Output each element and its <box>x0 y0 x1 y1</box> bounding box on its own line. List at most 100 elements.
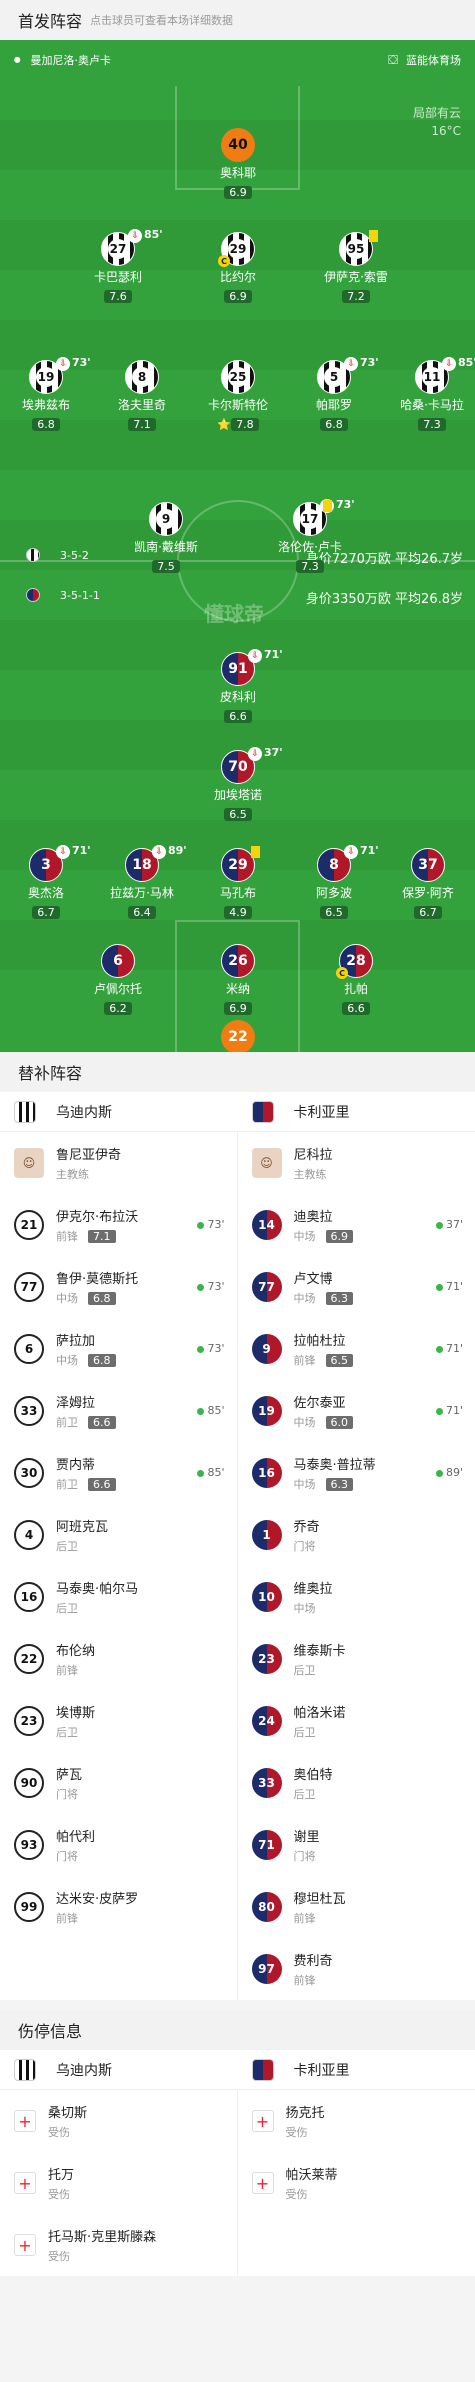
sub-row[interactable]: 77 鲁伊·莫德斯托 中场 6.8 73' <box>0 1256 237 1318</box>
injury-status: 受伤 <box>48 2188 70 2201</box>
injury-status: 受伤 <box>285 2126 308 2139</box>
away-player[interactable]: 29 马孔布 4.9 <box>183 846 293 920</box>
home-player[interactable]: 9 凯南·戴维斯 7.5 <box>111 502 221 574</box>
player-name: 皮科利 <box>219 690 256 704</box>
sub-row[interactable]: 22 布伦纳 前锋 <box>0 1628 237 1690</box>
sub-name: 帕洛米诺 <box>293 1706 346 1721</box>
home-team-name: 乌迪内斯 <box>56 2062 112 2079</box>
injury-row[interactable]: + 扬克托 受伤 <box>238 2090 475 2152</box>
player-rating: 7.6 <box>104 290 132 303</box>
home-player[interactable]: 11 ⇩ 85' 哈桑·卡马拉 7.3 <box>377 356 475 432</box>
home-player[interactable]: 95 伊萨克·索雷 7.2 <box>301 230 411 304</box>
jersey-icon: 77 <box>14 1272 44 1302</box>
sub-row[interactable]: 21 伊克尔·布拉沃 前锋 7.1 73' <box>0 1194 237 1256</box>
away-player[interactable]: 3 ⇩ 71' 奥杰洛 6.7 <box>0 844 101 920</box>
home-player[interactable]: 40 奥科耶 6.9 <box>183 128 293 200</box>
rating-row: 7.1 <box>87 413 197 432</box>
yellow-card-icon <box>369 230 378 242</box>
sub-row[interactable]: 19 佐尔泰亚 中场 6.0 71' <box>238 1380 475 1442</box>
subs-title: 替补阵容 <box>18 1064 83 1083</box>
sub-row[interactable]: 90 萨瓦 门将 <box>0 1752 237 1814</box>
coach-row[interactable]: ☺ 尼科拉 主教练 <box>238 1132 475 1194</box>
player-rating: 6.8 <box>320 418 348 431</box>
sub-row[interactable]: 10 维奥拉 中场 <box>238 1566 475 1628</box>
jersey-icon: 25 <box>221 360 255 394</box>
injury-row[interactable]: + 托万 受伤 <box>0 2152 237 2214</box>
sub-name: 奥伯特 <box>293 1768 333 1783</box>
home-player[interactable]: 29 C 比约尔 6.9 <box>183 232 293 304</box>
subs-home-team[interactable]: 乌迪内斯 <box>0 1092 238 1131</box>
sub-row[interactable]: 24 帕洛米诺 后卫 <box>238 1690 475 1752</box>
sub-rating: 6.8 <box>88 1291 116 1305</box>
sub-row[interactable]: 14 迪奥拉 中场 6.9 37' <box>238 1194 475 1256</box>
jersey-number: 26 <box>228 953 248 969</box>
sub-row[interactable]: 33 泽姆拉 前卫 6.6 85' <box>0 1380 237 1442</box>
rating-row: 7.2 <box>301 285 411 304</box>
rating-row: 6.5 <box>183 803 293 822</box>
home-player[interactable]: 19 ⇩ 73' 埃弗兹布 6.8 <box>0 356 101 432</box>
subs-away-team[interactable]: 卡利亚里 <box>238 1092 475 1131</box>
injury-row[interactable]: + 托马斯·克里斯滕森 受伤 <box>0 2214 237 2276</box>
player-rating: 6.6 <box>342 1002 370 1015</box>
sub-row[interactable]: 23 维泰斯卡 后卫 <box>238 1628 475 1690</box>
sub-row[interactable]: 1 乔奇 门将 <box>238 1504 475 1566</box>
sub-row[interactable]: 71 谢里 门将 <box>238 1814 475 1876</box>
away-player[interactable]: 26 米纳 6.9 <box>183 944 293 1016</box>
home-player[interactable]: 17⇩73' 洛伦佐·卢卡 7.3 <box>255 498 365 574</box>
player-rating: 7.1 <box>128 418 156 431</box>
home-player[interactable]: 25 卡尔斯特伦 ⭐ 7.8 <box>183 360 293 432</box>
player-rating: 6.8 <box>32 418 60 431</box>
home-player[interactable]: 27 ⇩ 85' 卡巴瑟利 7.6 <box>63 228 173 304</box>
jersey-icon: 23 <box>251 1644 282 1674</box>
away-player[interactable]: 28 C 扎帕 6.6 <box>301 944 411 1016</box>
rating-row: 6.7 <box>0 901 101 920</box>
sub-off-icon: ⇩ <box>56 357 70 371</box>
home-player[interactable]: 5 ⇩ 73' 帕耶罗 6.8 <box>279 356 389 432</box>
player-name: 哈桑·卡马拉 <box>400 398 464 412</box>
injury-row[interactable]: + 帕沃莱蒂 受伤 <box>238 2152 475 2214</box>
injury-row[interactable]: + 桑切斯 受伤 <box>0 2090 237 2152</box>
sub-position-row: 后卫 <box>56 1538 108 1554</box>
injury-status: 受伤 <box>48 2250 70 2263</box>
sub-position: 门将 <box>56 1788 78 1801</box>
sub-row[interactable]: 99 达米安·皮萨罗 前锋 <box>0 1876 237 1938</box>
away-player[interactable]: 91 ⇩ 71' 皮科利 6.6 <box>183 648 293 724</box>
injury-away-team[interactable]: 卡利亚里 <box>238 2050 475 2089</box>
sub-row[interactable]: 9 拉帕杜拉 前锋 6.5 71' <box>238 1318 475 1380</box>
sub-row[interactable]: 16 马泰奥·普拉蒂 中场 6.3 89' <box>238 1442 475 1504</box>
jersey-number: 11 <box>422 367 442 387</box>
coach-row[interactable]: ☺ 鲁尼亚伊奇 主教练 <box>0 1132 237 1194</box>
jersey-number: 18 <box>132 857 152 873</box>
jersey-icon: 95 <box>339 230 378 266</box>
away-player[interactable]: 18 ⇩ 89' 拉兹万·马林 6.4 <box>87 844 197 920</box>
rating-row: 6.9 <box>183 997 293 1016</box>
jersey-icon: 19 ⇩ 73' <box>29 356 91 394</box>
away-team-name: 卡利亚里 <box>293 1104 350 1121</box>
sub-row[interactable]: 33 奥伯特 后卫 <box>238 1752 475 1814</box>
sub-position: 后卫 <box>293 1788 316 1801</box>
injury-home-team[interactable]: 乌迪内斯 <box>0 2050 238 2089</box>
sub-row[interactable]: 77 卢文博 中场 6.3 71' <box>238 1256 475 1318</box>
sub-position: 前卫 <box>56 1478 78 1491</box>
sub-row[interactable]: 6 萨拉加 中场 6.8 73' <box>0 1318 237 1380</box>
sub-row[interactable]: 80 穆坦杜瓦 前锋 <box>238 1876 475 1938</box>
sub-row[interactable]: 97 费利奇 前锋 <box>238 1938 475 2000</box>
sub-row[interactable]: 93 帕代利 门将 <box>0 1814 237 1876</box>
away-player[interactable]: 22斯库菲特6.4 <box>183 1020 293 1052</box>
injured-player-name: 桑切斯 <box>48 2106 88 2121</box>
jersey-icon: 5 ⇩ 73' <box>317 356 379 394</box>
rating-row: 6.8 <box>279 413 389 432</box>
jersey-icon: 16 <box>14 1582 44 1612</box>
sub-row[interactable]: 16 马泰奥·帕尔马 后卫 <box>0 1566 237 1628</box>
away-player[interactable]: 37 保罗·阿齐 6.7 <box>373 848 475 920</box>
sub-row[interactable]: 4 阿班克瓦 后卫 <box>0 1504 237 1566</box>
away-player[interactable]: 6 卢佩尔托 6.2 <box>63 944 173 1016</box>
sub-info: 马泰奥·帕尔马 后卫 <box>56 1578 138 1616</box>
sub-rating: 7.1 <box>88 1229 116 1243</box>
sub-name: 拉帕杜拉 <box>293 1334 346 1349</box>
sub-row[interactable]: 30 贾内蒂 前卫 6.6 85' <box>0 1442 237 1504</box>
sub-info: 维泰斯卡 后卫 <box>294 1640 346 1678</box>
home-player[interactable]: 8 洛夫里奇 7.1 <box>87 360 197 432</box>
sub-row[interactable]: 23 埃博斯 后卫 <box>0 1690 237 1752</box>
away-player[interactable]: 70 ⇩ 37' 加埃塔诺 6.5 <box>183 746 293 822</box>
